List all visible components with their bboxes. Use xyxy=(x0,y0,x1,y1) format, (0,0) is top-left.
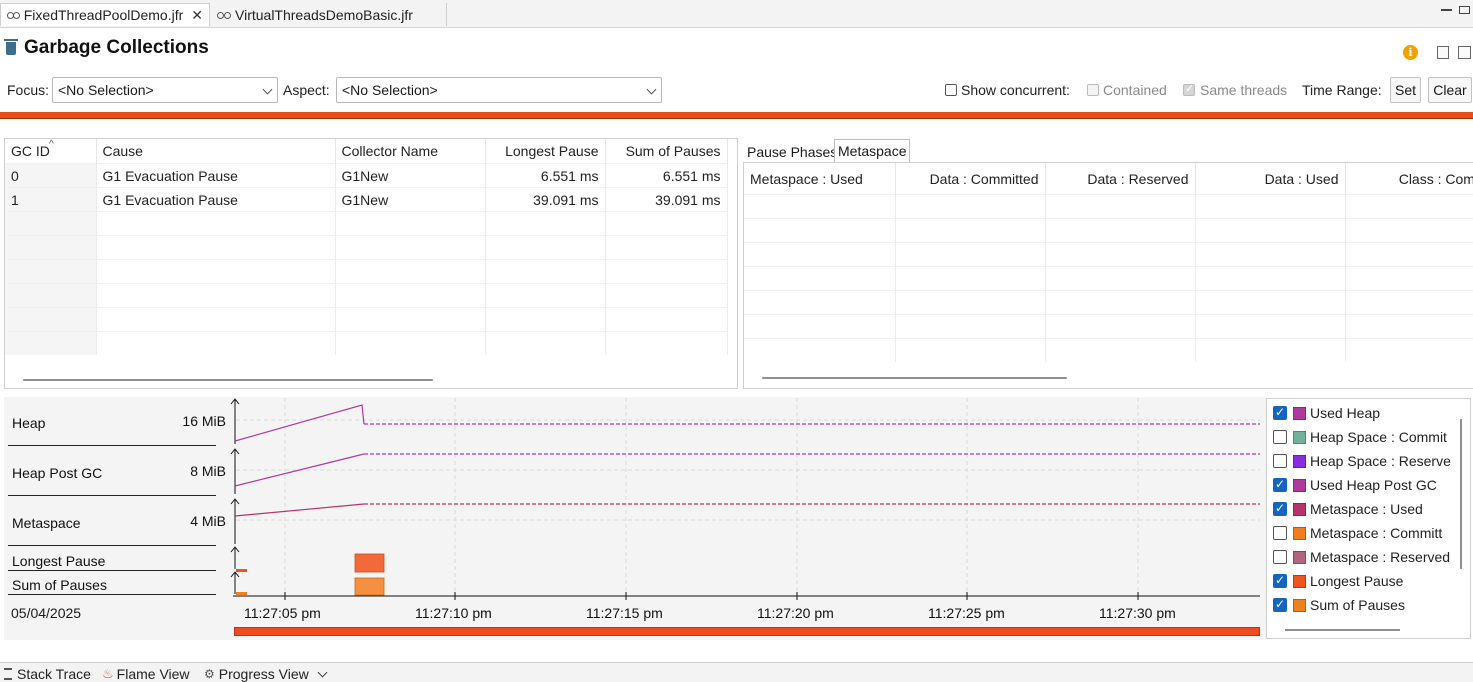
time-tick-label: 11:27:05 pm xyxy=(244,605,321,621)
legend-swatch xyxy=(1293,430,1306,444)
legend-swatch xyxy=(1293,550,1306,564)
legend-label: Heap Space : Reserve xyxy=(1310,453,1451,469)
legend-label: Metaspace : Used xyxy=(1310,501,1423,517)
legend-item-heap-space-committed[interactable]: Heap Space : Commit xyxy=(1273,427,1447,447)
legend-swatch xyxy=(1293,598,1306,612)
tab-label: Progress View xyxy=(218,666,309,682)
legend-swatch xyxy=(1293,526,1306,540)
legend-swatch xyxy=(1293,454,1306,468)
tab-progress-view[interactable]: ⚙ Progress View xyxy=(204,666,328,682)
time-tick-label: 11:27:20 pm xyxy=(757,605,834,621)
chart-grid xyxy=(236,398,1260,598)
legend-checkbox[interactable] xyxy=(1273,454,1287,468)
flame-icon: ♨ xyxy=(102,666,114,681)
legend-label: Metaspace : Reserved xyxy=(1310,549,1451,565)
legend-checkbox[interactable] xyxy=(1273,597,1287,612)
time-tick-label: 11:27:30 pm xyxy=(1099,605,1176,621)
time-tick-label: 11:27:25 pm xyxy=(928,605,1005,621)
legend-swatch xyxy=(1293,502,1306,516)
time-tick-label: 11:27:10 pm xyxy=(415,605,492,621)
legend-swatch xyxy=(1293,574,1306,588)
legend-swatch xyxy=(1293,406,1306,420)
legend-label: Metaspace : Committ xyxy=(1310,525,1443,541)
legend-item-heap-space-reserved[interactable]: Heap Space : Reserve xyxy=(1273,451,1451,471)
legend-checkbox[interactable] xyxy=(1273,501,1287,516)
legend-checkbox[interactable] xyxy=(1273,550,1287,564)
time-tick-label: 11:27:15 pm xyxy=(586,605,663,621)
tab-flame-view[interactable]: ♨ Flame View xyxy=(102,666,190,682)
legend-swatch xyxy=(1293,478,1306,492)
legend-label: Heap Space : Commit xyxy=(1310,429,1447,445)
legend-item-sum-of-pauses[interactable]: Sum of Pauses xyxy=(1273,595,1405,615)
used-heap-series xyxy=(234,404,1260,442)
legend-item-longest-pause[interactable]: Longest Pause xyxy=(1273,571,1403,591)
sum-of-pauses-bars xyxy=(236,577,385,596)
tab-stack-trace[interactable]: Stack Trace xyxy=(4,666,91,682)
legend-label: Used Heap Post GC xyxy=(1310,477,1437,493)
longest-pause-bars xyxy=(236,553,385,573)
progress-icon: ⚙ xyxy=(204,667,215,681)
chart-y-axes xyxy=(230,398,1260,600)
legend-item-metaspace-committed[interactable]: Metaspace : Committ xyxy=(1273,523,1442,543)
legend-horizontal-scrollbar[interactable] xyxy=(1285,629,1400,631)
legend-label: Longest Pause xyxy=(1310,573,1404,589)
legend-label: Sum of Pauses xyxy=(1310,597,1405,613)
stack-trace-icon xyxy=(4,668,12,680)
legend-checkbox[interactable] xyxy=(1273,526,1287,540)
chart-legend: Used Heap Heap Space : Commit Heap Space… xyxy=(1266,398,1471,639)
legend-item-metaspace-reserved[interactable]: Metaspace : Reserved xyxy=(1273,547,1450,567)
tab-label: Stack Trace xyxy=(17,666,91,682)
legend-item-metaspace-used[interactable]: Metaspace : Used xyxy=(1273,499,1423,519)
legend-checkbox[interactable] xyxy=(1273,477,1287,492)
legend-vertical-scrollbar[interactable] xyxy=(1460,419,1462,569)
chart-plot-svg xyxy=(230,398,1260,600)
legend-checkbox[interactable] xyxy=(1273,430,1287,444)
legend-item-used-heap-post-gc[interactable]: Used Heap Post GC xyxy=(1273,475,1437,495)
tab-label: Flame View xyxy=(116,666,190,682)
metaspace-used-series xyxy=(234,503,1260,517)
chevron-down-icon[interactable] xyxy=(317,667,328,677)
legend-item-used-heap[interactable]: Used Heap xyxy=(1273,403,1380,423)
chart-time-range-bar[interactable] xyxy=(234,627,1260,636)
legend-checkbox[interactable] xyxy=(1273,405,1287,420)
legend-checkbox[interactable] xyxy=(1273,573,1287,588)
legend-label: Used Heap xyxy=(1310,405,1381,421)
